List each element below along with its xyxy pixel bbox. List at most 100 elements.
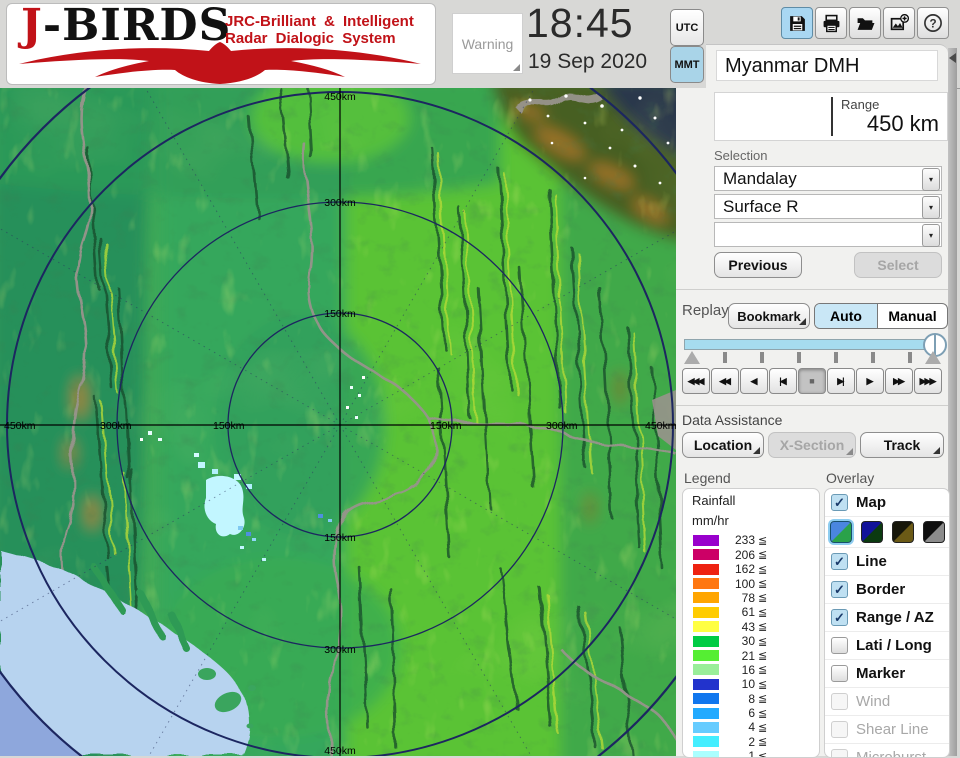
map-style-swatch-2[interactable]: [861, 521, 883, 543]
overlay-item-map[interactable]: ✓Map: [825, 489, 949, 516]
checkbox: [831, 749, 848, 758]
selection-label: Selection: [714, 148, 767, 163]
menu-grip-icon: [933, 447, 940, 454]
selection-dropdown-product[interactable]: Surface R ▾: [714, 194, 942, 219]
overlay-item-shear-line[interactable]: Shear Line: [825, 715, 949, 743]
rewind-button[interactable]: ◀◀: [711, 368, 739, 394]
overlay-item-border[interactable]: ✓Border: [825, 575, 949, 603]
station-name-field[interactable]: Myanmar DMH: [716, 50, 938, 81]
help-button[interactable]: ?: [917, 7, 949, 39]
play-button[interactable]: ▶: [856, 368, 884, 394]
warning-box[interactable]: Warning: [452, 13, 523, 74]
range-axis-label: 450km: [645, 420, 676, 432]
x-section-button[interactable]: X-Section: [768, 432, 856, 458]
legend-label: Legend: [684, 470, 731, 486]
data-assistance-label: Data Assistance: [682, 412, 782, 428]
slider-tick: [723, 352, 727, 363]
legend-value: 61: [719, 605, 755, 619]
legend-color-chip: [693, 607, 719, 618]
help-icon: ?: [923, 13, 943, 33]
skip-end-button[interactable]: ▶|: [827, 368, 855, 394]
map-style-swatch-1[interactable]: [830, 521, 852, 543]
checkbox[interactable]: [831, 637, 848, 654]
collapse-panel-icon[interactable]: [949, 53, 956, 63]
lte-symbol: ≦: [758, 606, 767, 619]
legend-unit: Rainfall: [692, 493, 819, 509]
checkbox[interactable]: ✓: [831, 494, 848, 511]
legend-color-chip: [693, 708, 719, 719]
lte-symbol: ≦: [758, 707, 767, 720]
checkbox[interactable]: [831, 665, 848, 682]
chevron-down-icon[interactable]: ▾: [922, 224, 940, 247]
checkbox[interactable]: ✓: [831, 553, 848, 570]
add-image-icon: [890, 14, 909, 33]
forward-fast-button[interactable]: ▶▶▶: [914, 368, 942, 394]
lte-symbol: ≦: [758, 548, 767, 561]
legend-color-chip: [693, 549, 719, 560]
overlay-item-range-az[interactable]: ✓Range / AZ: [825, 603, 949, 631]
clock-date: 19 Sep 2020: [528, 50, 647, 74]
overlay-item-wind[interactable]: Wind: [825, 687, 949, 715]
track-button[interactable]: Track: [860, 432, 944, 458]
resize-grip-icon[interactable]: [513, 64, 520, 71]
legend-color-chip: [693, 621, 719, 632]
legend-color-chip: [693, 564, 719, 575]
legend-value: 233: [719, 533, 755, 547]
legend-row: 4≦: [683, 720, 819, 734]
range-axis-label: 150km: [430, 420, 462, 432]
slider-start-marker[interactable]: [684, 351, 700, 364]
legend-value: 1: [719, 749, 755, 758]
step-back-button[interactable]: ◀: [740, 368, 768, 394]
selection-dropdown-extra[interactable]: ▾: [714, 222, 942, 247]
legend-rows: 233≦206≦162≦100≦78≦61≦43≦30≦21≦16≦10≦8≦6…: [683, 533, 819, 758]
chevron-down-icon[interactable]: ▾: [922, 196, 940, 219]
replay-slider-track[interactable]: [684, 339, 942, 350]
range-axis-label: 450km: [324, 91, 356, 103]
add-image-button[interactable]: [883, 7, 915, 39]
map-style-swatch-3[interactable]: [892, 521, 914, 543]
legend-color-chip: [693, 736, 719, 747]
legend-value: 206: [719, 548, 755, 562]
overlay-item-label: Lati / Long: [856, 637, 932, 654]
bookmark-button[interactable]: Bookmark: [728, 303, 810, 329]
select-button[interactable]: Select: [854, 252, 942, 278]
stop-button[interactable]: ■: [798, 368, 826, 394]
dropdown-value: Mandalay: [723, 167, 797, 190]
location-button[interactable]: Location: [682, 432, 764, 458]
legend-color-chip: [693, 578, 719, 589]
chevron-down-icon[interactable]: ▾: [922, 168, 940, 191]
rewind-fast-button[interactable]: ◀◀◀: [682, 368, 710, 394]
legend-color-chip: [693, 693, 719, 704]
print-button[interactable]: [815, 7, 847, 39]
overlay-item-marker[interactable]: Marker: [825, 659, 949, 687]
auto-mode-button[interactable]: Auto: [815, 304, 878, 328]
radar-map-canvas[interactable]: 450km300km150km150km300km450km450km300km…: [0, 88, 676, 756]
checkbox[interactable]: ✓: [831, 609, 848, 626]
skip-start-button[interactable]: |◀: [769, 368, 797, 394]
lte-symbol: ≦: [758, 692, 767, 705]
map-style-swatch-4[interactable]: [923, 521, 945, 543]
overlay-item-lati-long[interactable]: Lati / Long: [825, 631, 949, 659]
menu-grip-icon: [846, 448, 853, 455]
selection-dropdown-site[interactable]: Mandalay ▾: [714, 166, 942, 191]
utc-button[interactable]: UTC: [670, 9, 704, 46]
range-axis-label: 300km: [324, 197, 356, 209]
lte-symbol: ≦: [758, 534, 767, 547]
playback-controls: ◀◀◀◀◀◀|◀■▶|▶▶▶▶▶▶: [682, 368, 942, 394]
radar-map-svg: 450km300km150km150km300km450km450km300km…: [0, 88, 676, 756]
overlay-label: Overlay: [826, 470, 874, 486]
dropdown-value: Surface R: [723, 195, 799, 218]
slider-end-marker[interactable]: [925, 351, 941, 364]
checkbox[interactable]: ✓: [831, 581, 848, 598]
forward-button[interactable]: ▶▶: [885, 368, 913, 394]
manual-mode-button[interactable]: Manual: [878, 304, 947, 328]
open-file-button[interactable]: [849, 7, 881, 39]
previous-button[interactable]: Previous: [714, 252, 802, 278]
legend-color-chip: [693, 751, 719, 758]
slider-tick: [871, 352, 875, 363]
mmt-button[interactable]: MMT: [670, 46, 704, 83]
range-axis-label: 300km: [324, 644, 356, 656]
jbirds-logo: J-BIRDS JRC-Brilliant & Intelligent Rada…: [6, 3, 436, 85]
overlay-item-line[interactable]: ✓Line: [825, 547, 949, 575]
save-button[interactable]: [781, 7, 813, 39]
